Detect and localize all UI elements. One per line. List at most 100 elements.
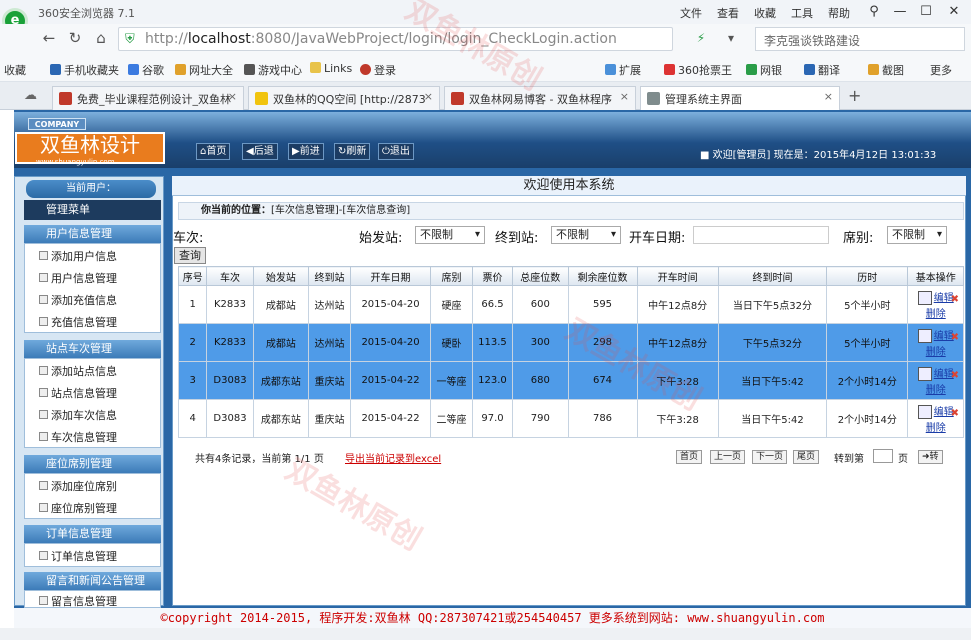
menu-help[interactable]: 帮助 xyxy=(828,5,850,21)
current-user: 当前用户： xyxy=(26,180,156,198)
menu-tools[interactable]: 工具 xyxy=(791,5,813,21)
sidebar-item-recharge-manage[interactable]: 充值信息管理 xyxy=(39,314,117,330)
table-row[interactable]: 3 D3083 成都东站 重庆站 2015-04-22 一等座 123.0 680 674 下午3… xyxy=(177,361,964,400)
export-excel-link[interactable]: 导出当前记录到excel xyxy=(345,450,441,465)
bank-button[interactable]: 网银 xyxy=(746,62,782,78)
tab-item[interactable]: 双鱼林的QQ空间 [http://2873 × xyxy=(248,86,440,110)
table-cell: 674 xyxy=(567,361,638,400)
table-cell: 达州站 xyxy=(308,285,352,324)
bookmark-item[interactable]: 收藏 xyxy=(4,62,26,78)
home-icon[interactable]: ⌂ xyxy=(90,27,112,49)
menu-file[interactable]: 文件 xyxy=(680,5,702,21)
delete-link[interactable]: 删除 xyxy=(926,347,946,358)
sidebar-item-user-manage[interactable]: 用户信息管理 xyxy=(39,270,117,286)
bookmark-item[interactable]: 谷歌 xyxy=(128,62,164,78)
sidebar-section-order[interactable]: 订单信息管理 xyxy=(24,525,161,543)
date-input[interactable] xyxy=(693,226,829,244)
sidebar-section-message[interactable]: 留言和新闻公告管理 xyxy=(24,572,161,590)
prev-page-button[interactable]: 上一页 xyxy=(710,450,746,464)
brand-url: www.shuangyulin.com xyxy=(36,158,115,166)
query-button[interactable]: 查询 xyxy=(174,247,206,264)
table-row[interactable]: 1 K2833 成都站 达州站 2015-04-20 硬座 66.5 600 595 中午12点8… xyxy=(177,285,964,324)
delete-icon[interactable]: ✖ xyxy=(951,408,959,419)
start-station-select[interactable]: 不限制 xyxy=(415,226,485,244)
search-box[interactable]: 李克强谈铁路建设 xyxy=(755,27,965,51)
dropdown-icon[interactable]: ▾ xyxy=(720,27,742,49)
bookmark-item[interactable]: 登录 xyxy=(360,62,396,78)
date-label: 开车日期: xyxy=(629,231,686,246)
more-button[interactable]: 更多 xyxy=(930,62,952,78)
table-cell: 重庆站 xyxy=(308,399,352,438)
close-window-icon[interactable]: ✕ xyxy=(942,3,966,21)
menu-favorites[interactable]: 收藏 xyxy=(754,5,776,21)
close-tab-icon[interactable]: × xyxy=(424,90,433,103)
ticket-icon xyxy=(664,64,675,75)
edit-icon[interactable] xyxy=(917,367,932,381)
ticket-button[interactable]: 360抢票王 xyxy=(664,62,732,78)
edit-icon[interactable] xyxy=(917,291,932,305)
home-button[interactable]: ⌂首页 xyxy=(196,143,231,160)
delete-icon[interactable]: ✖ xyxy=(951,294,959,305)
sidebar-section-user[interactable]: 用户信息管理 xyxy=(24,225,161,243)
table-cell: 97.0 xyxy=(471,399,514,438)
end-station-select[interactable]: 不限制 xyxy=(551,226,621,244)
tab-item[interactable]: 免费_毕业课程范例设计_双鱼林 × xyxy=(52,86,244,110)
pin-icon[interactable]: ⚲ xyxy=(862,3,886,21)
goto-page-input[interactable] xyxy=(873,449,893,463)
sidebar-item-message-manage[interactable]: 留言信息管理 xyxy=(39,593,117,609)
sidebar-item-add-train[interactable]: 添加车次信息 xyxy=(39,407,117,423)
sidebar-item-add-recharge[interactable]: 添加充值信息 xyxy=(39,292,117,308)
forward-button[interactable]: ▶前进 xyxy=(288,143,324,160)
refresh-button[interactable]: ↻刷新 xyxy=(334,143,371,160)
reload-icon[interactable]: ↻ xyxy=(64,27,86,49)
sidebar-item-add-seat[interactable]: 添加座位席别 xyxy=(39,478,117,494)
close-tab-icon[interactable]: × xyxy=(228,90,237,103)
maximize-icon[interactable]: ☐ xyxy=(914,3,938,21)
back-button[interactable]: ◀后退 xyxy=(242,143,278,160)
first-page-button[interactable]: 首页 xyxy=(676,450,703,464)
next-page-button[interactable]: 下一页 xyxy=(752,450,788,464)
last-page-button[interactable]: 尾页 xyxy=(793,450,820,464)
sidebar-item-add-station[interactable]: 添加站点信息 xyxy=(39,363,117,379)
delete-icon[interactable]: ✖ xyxy=(951,370,959,381)
bookmark-item[interactable]: 游戏中心 xyxy=(244,62,302,78)
extensions-button[interactable]: 扩展 xyxy=(605,62,641,78)
new-tab-icon[interactable]: + xyxy=(848,86,861,105)
welcome-title: 欢迎使用本系统 xyxy=(172,176,966,196)
sidebar-item-seat-manage[interactable]: 座位席别管理 xyxy=(39,500,117,516)
sidebar-item-order-manage[interactable]: 订单信息管理 xyxy=(39,548,117,564)
tab-item-active[interactable]: 管理系统主界面 × xyxy=(640,86,840,110)
bookmark-item[interactable]: 网址大全 xyxy=(175,62,233,78)
sidebar-section-station[interactable]: 站点车次管理 xyxy=(24,340,161,358)
tab-item[interactable]: 双鱼林网易博客 - 双鱼林程序 × xyxy=(444,86,636,110)
speed-mode-icon[interactable]: ⚡ xyxy=(690,27,712,49)
logout-button[interactable]: ⏻退出 xyxy=(378,143,414,160)
translate-button[interactable]: 翻译 xyxy=(804,62,840,78)
delete-link[interactable]: 删除 xyxy=(926,309,946,320)
back-icon[interactable]: ← xyxy=(38,27,60,49)
minimize-icon[interactable]: — xyxy=(888,3,912,21)
delete-icon[interactable]: ✖ xyxy=(951,332,959,343)
table-cell: 硬卧 xyxy=(430,323,473,362)
seat-select[interactable]: 不限制 xyxy=(887,226,947,244)
sidebar-section-seat[interactable]: 座位席别管理 xyxy=(24,455,161,473)
delete-link[interactable]: 删除 xyxy=(926,423,946,434)
table-row[interactable]: 2 K2833 成都站 达州站 2015-04-20 硬卧 113.5 300 298 中午12点… xyxy=(177,323,964,362)
bookmark-item[interactable]: Links xyxy=(310,62,352,75)
edit-icon[interactable] xyxy=(917,405,932,419)
sidebar-item-station-manage[interactable]: 站点信息管理 xyxy=(39,385,117,401)
screenshot-button[interactable]: 截图 xyxy=(868,62,904,78)
cloud-icon[interactable]: ☁ xyxy=(24,88,37,103)
delete-link[interactable]: 删除 xyxy=(926,385,946,396)
bookmark-item[interactable]: 手机收藏夹 xyxy=(50,62,119,78)
sidebar-item-add-user[interactable]: 添加用户信息 xyxy=(39,248,117,264)
sidebar-item-train-manage[interactable]: 车次信息管理 xyxy=(39,429,117,445)
close-tab-icon[interactable]: × xyxy=(620,90,629,103)
edit-icon[interactable] xyxy=(917,329,932,343)
table-row[interactable]: 4 D3083 成都东站 重庆站 2015-04-22 二等座 97.0 790 786 下午3:… xyxy=(177,399,964,438)
goto-button[interactable]: ➜转 xyxy=(918,450,943,464)
menu-view[interactable]: 查看 xyxy=(717,5,739,21)
logout-label: 退出 xyxy=(389,146,410,157)
address-bar[interactable]: ⛨ http://localhost:8080/JavaWebProject/l… xyxy=(118,27,673,51)
close-tab-icon[interactable]: × xyxy=(824,90,833,103)
